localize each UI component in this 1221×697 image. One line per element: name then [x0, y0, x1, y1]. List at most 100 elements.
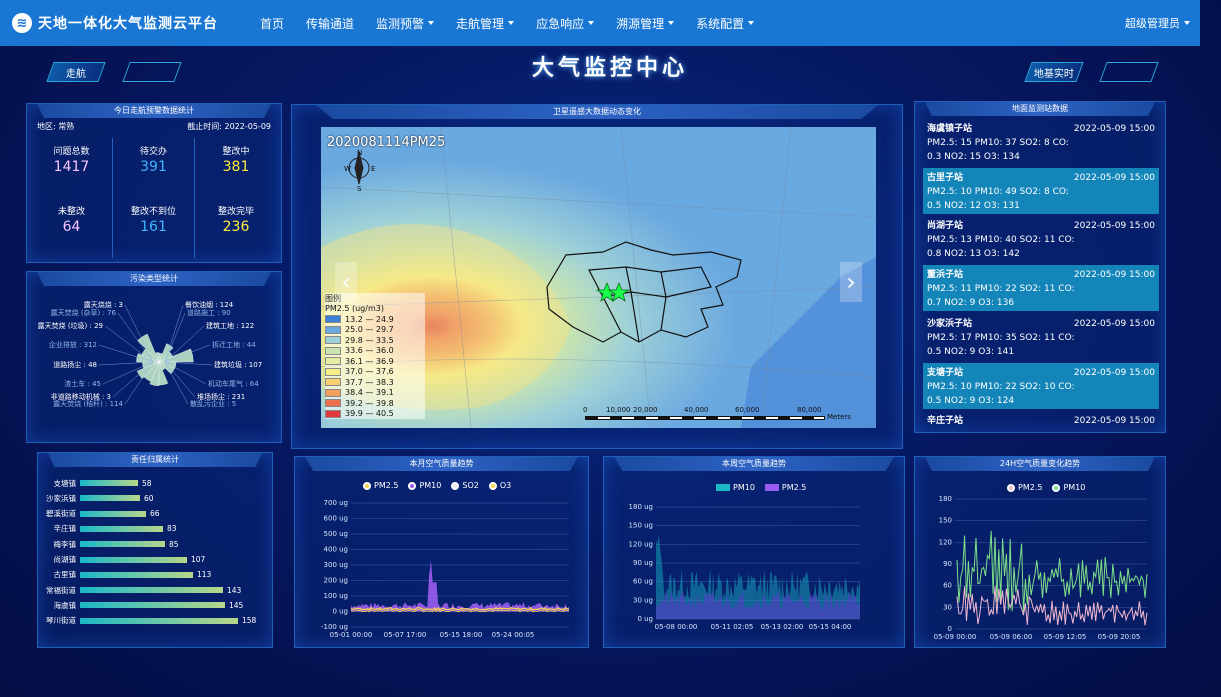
x-tick-label: 05-11 02:05	[711, 623, 754, 631]
alarm-stats-panel: 今日走航预警数据统计 地区: 常熟 截止时间: 2022-05-09 问题总数 1…	[26, 103, 282, 263]
panel-title: 污染类型统计	[37, 272, 271, 286]
map-timestamp: 2020081114PM25	[327, 135, 446, 150]
station-item[interactable]: 支塘子站 2022-05-09 15:00 PM2.5: 10 PM10: 22 S…	[923, 362, 1159, 409]
stat-item: 整改完毕 236	[195, 198, 277, 258]
nav-item-label: 系统配置	[696, 16, 745, 31]
nav-item-label: 首页	[260, 16, 285, 31]
station-readings-2: 0.5 NO2: 12 O3: 131	[927, 200, 1020, 211]
station-item[interactable]: 沙家浜子站 2022-05-09 15:00 PM2.5: 17 PM10: 35 …	[923, 314, 1159, 360]
satellite-map[interactable]: 2020081114PM25 N S W E 图例 PM2.5 (ug/m3) …	[321, 127, 876, 428]
nav-item[interactable]: 监测预警	[365, 0, 445, 46]
bar-value: 113	[197, 570, 212, 580]
chevron-down-icon	[748, 21, 755, 25]
stat-label: 整改完毕	[217, 207, 254, 217]
stat-value: 161	[140, 219, 167, 235]
scale-label: 60,000	[735, 406, 760, 414]
user-menu[interactable]: 超级管理员	[1125, 0, 1190, 46]
x-tick-label: 05-09 12:05	[1044, 633, 1087, 641]
tab-ground-realtime[interactable]: 地基实时	[1024, 62, 1084, 82]
x-tick-label: 05-01 00:00	[330, 631, 373, 639]
bar-value: 58	[142, 478, 152, 488]
chevron-down-icon	[588, 21, 595, 25]
stat-value: 1417	[53, 159, 90, 175]
stat-label: 整改不到位	[130, 207, 176, 217]
legend-range: 29.8 — 33.5	[345, 335, 394, 345]
day-line-chart: 180 150 120 90 60 30 005-09 00:00 05-09 06:00 05…	[934, 495, 1148, 641]
y-tick-label: 700 ug	[324, 499, 348, 507]
bar-row: 海虞镇 145	[38, 599, 274, 611]
legend-swatch	[325, 367, 341, 376]
stat-value: 391	[140, 159, 167, 175]
station-readings-2: 0.3 NO2: 15 O3: 134	[927, 152, 1020, 162]
pollution-type-panel: 污染类型统计 露天烧烧 : 3 露天焚烧 (杂草) : 76 露天焚烧 (垃圾) :…	[26, 271, 282, 443]
bar-label: 梅李镇	[53, 539, 77, 549]
rose-leader-line	[164, 361, 196, 398]
tab-walk-label: 走航	[66, 68, 86, 80]
rose-label: 建筑工地 : 122	[206, 321, 254, 330]
nav-item[interactable]: 走航管理	[445, 0, 525, 46]
main-menu: 首页 传输通道 监测预警 走航管理 应急响应 溯源管理 系统配置	[249, 0, 765, 46]
rose-label: 建筑垃圾 : 107	[214, 360, 262, 369]
station-item[interactable]: 董浜子站 2022-05-09 15:00 PM2.5: 11 PM10: 22 S…	[923, 265, 1159, 312]
y-tick-label: 0 ug	[332, 608, 348, 616]
next-arrow-icon[interactable]: ›	[840, 262, 862, 302]
nav-item[interactable]: 溯源管理	[605, 0, 685, 46]
rose-label: 散乱污企业 : 5	[190, 399, 236, 408]
prev-arrow-icon[interactable]: ‹	[335, 262, 357, 302]
tab-empty-right[interactable]	[1099, 62, 1159, 82]
station-name: 沙家浜子站	[927, 318, 973, 329]
station-item[interactable]: 尚湖子站 2022-05-09 15:00 PM2.5: 13 PM10: 40 S…	[923, 216, 1159, 262]
y-tick-label: 120 ug	[629, 540, 653, 548]
chevron-down-icon	[668, 21, 675, 25]
y-tick-label: 500 ug	[324, 530, 348, 538]
station-time: 2022-05-09 15:00	[1073, 416, 1155, 427]
station-readings-2: 0.5 NO2: 9 O3: 141	[927, 346, 1015, 357]
legend-unit: PM2.5 (ug/m3)	[325, 304, 384, 313]
week-trend-panel: 本周空气质量趋势 PM10 PM2.5 180 ug 150 ug 120 ug 90 …	[603, 456, 905, 648]
panel-title: 地面监测站数据	[925, 102, 1155, 116]
tab-ground-realtime-label: 地基实时	[1034, 68, 1074, 80]
rose-label: 道路扬尘 : 48	[53, 360, 97, 369]
legend-row: 29.8 — 33.5	[325, 335, 425, 346]
bar	[80, 480, 138, 486]
y-tick-label: 100 ug	[324, 592, 348, 600]
bar	[80, 510, 146, 517]
bar-label: 古里镇	[53, 570, 77, 580]
station-list[interactable]: 海虞镇子站 2022-05-09 15:00 PM2.5: 15 PM10: 37 …	[915, 119, 1167, 431]
tab-walk[interactable]: 走航	[46, 62, 106, 82]
y-tick-label: 600 ug	[324, 515, 348, 523]
logo-icon: ≋	[12, 13, 32, 33]
station-readings-1: PM2.5: 15 PM10: 37 SO2: 8 CO:	[927, 138, 1069, 148]
bar	[80, 541, 165, 548]
station-name: 尚湖子站	[927, 221, 964, 232]
station-time: 2022-05-09 15:00	[1073, 270, 1155, 281]
scale-label: 20,000	[633, 406, 658, 414]
bar	[80, 617, 238, 624]
nav-item[interactable]: 系统配置	[685, 0, 765, 46]
legend-range: 39.9 — 40.5	[345, 409, 394, 419]
nav-item[interactable]: 传输通道	[295, 0, 365, 46]
nav-item[interactable]: 首页	[249, 0, 295, 46]
legend-swatch	[325, 346, 341, 355]
app-logo[interactable]: ≋ 天地一体化大气监测云平台	[12, 13, 242, 33]
station-item[interactable]: 辛庄子站 2022-05-09 15:00	[923, 411, 1159, 431]
scale-bar-graphic	[585, 416, 825, 420]
legend-range: 37.0 — 37.6	[345, 367, 394, 377]
x-tick-label: 05-09 20:05	[1098, 633, 1141, 641]
panel-title: 责任归属统计	[48, 453, 262, 467]
tab-empty-left[interactable]	[122, 62, 182, 82]
station-readings-1: PM2.5: 13 PM10: 40 SO2: 11 CO:	[927, 235, 1075, 246]
station-readings-1: PM2.5: 11 PM10: 22 SO2: 11 CO:	[927, 284, 1075, 295]
week-area-chart: 180 ug150 ug120 ug90 ug60 ug30 ug0 ug05-…	[629, 503, 860, 631]
x-tick-label: 05-09 00:00	[934, 633, 977, 641]
nav-item[interactable]: 应急响应	[525, 0, 605, 46]
app-title: 天地一体化大气监测云平台	[38, 16, 218, 32]
rose-label: 渣土车 : 45	[64, 379, 101, 388]
rose-label: 机动车尾气 : 64	[208, 379, 259, 388]
scale-unit: Meters	[827, 413, 851, 421]
top-navbar: ≋ 天地一体化大气监测云平台 首页 传输通道 监测预警 走航管理 应急响应 溯源管理 系统配…	[0, 0, 1200, 46]
station-item[interactable]: 海虞镇子站 2022-05-09 15:00 PM2.5: 15 PM10: 37 …	[923, 119, 1159, 165]
station-item[interactable]: 古里子站 2022-05-09 15:00 PM2.5: 10 PM10: 49 S…	[923, 167, 1159, 214]
ground-station-panel: 地面监测站数据 海虞镇子站 2022-05-09 15:00 PM2.5: 15 P…	[914, 101, 1166, 433]
y-tick-label: 150 ug	[629, 522, 653, 530]
